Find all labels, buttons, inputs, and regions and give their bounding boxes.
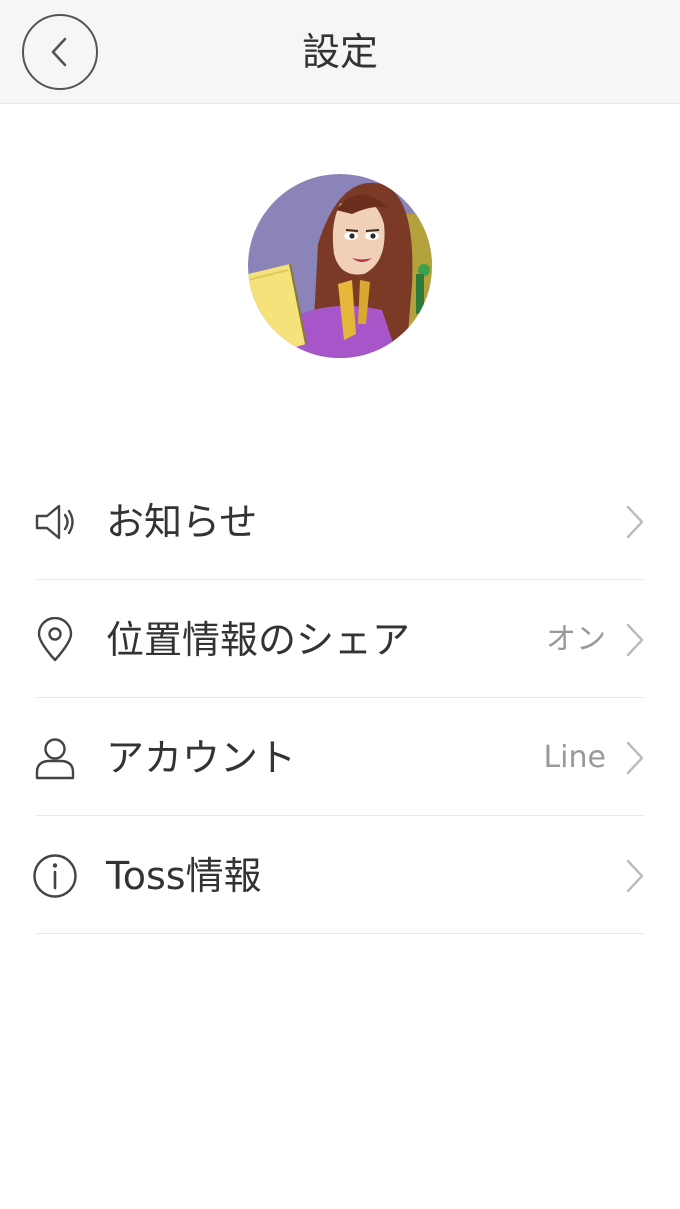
header-bar: 設定 <box>0 0 680 104</box>
location-pin-icon <box>32 617 78 663</box>
settings-row-label: 位置情報のシェア <box>106 618 411 662</box>
chevron-right-icon <box>626 859 644 893</box>
settings-row-notifications[interactable]: お知らせ <box>0 462 680 580</box>
speaker-icon <box>32 499 78 545</box>
info-icon <box>32 853 78 899</box>
settings-row-account[interactable]: アカウント Line <box>0 698 680 816</box>
settings-row-about[interactable]: Toss情報 <box>0 816 680 934</box>
avatar-illustration <box>248 174 432 358</box>
chevron-right-icon <box>626 741 644 775</box>
settings-menu: お知らせ 位置情報のシェア オン アカウント Line Toss情報 <box>0 462 680 934</box>
chevron-right-icon <box>626 505 644 539</box>
divider <box>36 933 644 934</box>
avatar[interactable] <box>248 174 432 358</box>
settings-row-value: Line <box>543 740 606 775</box>
settings-row-label: アカウント <box>106 736 297 780</box>
settings-row-label: Toss情報 <box>106 854 262 898</box>
person-icon <box>32 735 78 781</box>
settings-row-value: オン <box>546 622 606 657</box>
page-title: 設定 <box>301 30 378 74</box>
settings-row-location-share[interactable]: 位置情報のシェア オン <box>0 580 680 698</box>
settings-row-label: お知らせ <box>106 500 258 544</box>
chevron-right-icon <box>626 623 644 657</box>
